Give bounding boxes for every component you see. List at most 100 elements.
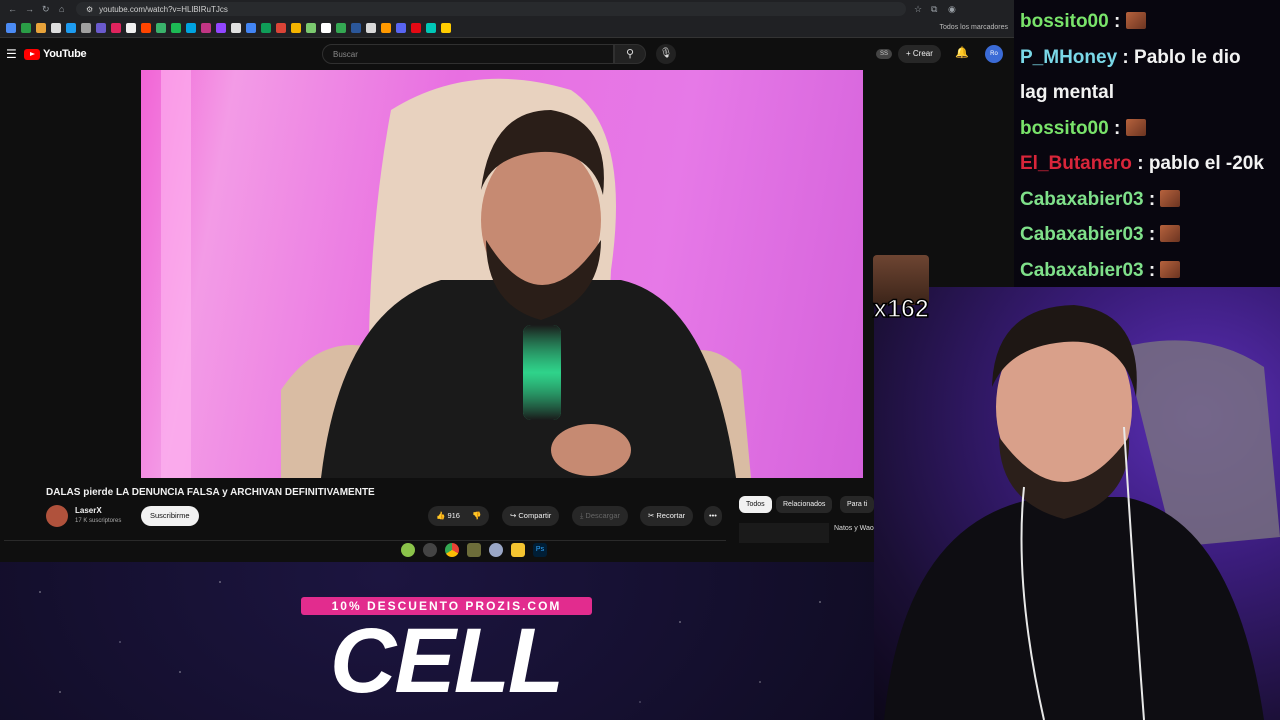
search-input[interactable]: Buscar xyxy=(322,44,614,64)
account-avatar[interactable]: Ro xyxy=(985,45,1003,63)
app-icon[interactable] xyxy=(423,543,437,557)
bookmark-icon[interactable] xyxy=(366,22,376,33)
bookmark-icon[interactable] xyxy=(336,22,346,33)
bookmark-icon[interactable] xyxy=(111,22,121,33)
dislike-icon[interactable]: 👎 xyxy=(472,511,481,520)
bookmark-icon[interactable] xyxy=(276,22,286,33)
chip-for-you[interactable]: Para ti xyxy=(840,496,875,513)
browser-window: ← → ↻ ⌂ ⚙ youtube.com/watch?v=HLlBIRuTJc… xyxy=(0,0,1014,562)
bookmark-icon[interactable] xyxy=(126,22,136,33)
chat-username: bossito00 xyxy=(1020,117,1109,139)
notifications-bell-icon[interactable]: 🔔 xyxy=(955,46,969,59)
search-icon[interactable]: ⚲ xyxy=(614,44,646,64)
chip-related[interactable]: Relacionados xyxy=(776,496,833,513)
emote-icon xyxy=(1160,260,1181,278)
bookmark-icon[interactable] xyxy=(291,22,301,33)
site-info-icon[interactable]: ⚙ xyxy=(86,5,93,14)
microphone-icon[interactable]: 🎙 xyxy=(656,44,676,64)
bookmark-icon[interactable] xyxy=(6,22,16,33)
bookmark-icon[interactable] xyxy=(411,22,421,33)
bookmark-icon[interactable] xyxy=(21,22,31,33)
all-bookmarks-label[interactable]: Todos los marcadores xyxy=(940,24,1008,31)
bookmark-icon[interactable] xyxy=(246,22,256,33)
chrome-icon[interactable] xyxy=(445,543,459,557)
related-video-title[interactable]: Natos y Waor BAJO ZERO xyxy=(834,524,874,533)
extensions-icon[interactable]: ⧉ xyxy=(931,4,940,14)
emote-icon xyxy=(1125,118,1146,136)
chat-username: Cabaxabier03 xyxy=(1020,259,1144,281)
url-field[interactable]: ⚙ youtube.com/watch?v=HLlBIRuTJcs xyxy=(76,2,906,16)
home-icon[interactable]: ⌂ xyxy=(59,4,68,14)
divider xyxy=(4,540,726,541)
related-video-thumbnail[interactable] xyxy=(739,523,829,543)
bookmark-icon[interactable] xyxy=(156,22,166,33)
bookmark-icon[interactable] xyxy=(141,22,151,33)
chat-username: Cabaxabier03 xyxy=(1020,188,1144,210)
back-icon[interactable]: ← xyxy=(8,4,17,14)
chip-all[interactable]: Todos xyxy=(739,496,772,513)
reload-icon[interactable]: ↻ xyxy=(42,4,51,14)
chat-text: lag mental xyxy=(1020,82,1114,103)
chat-message: bossito00 : xyxy=(1020,4,1274,40)
bookmark-icon[interactable] xyxy=(96,22,106,33)
folder-icon[interactable] xyxy=(511,543,525,557)
video-player[interactable] xyxy=(141,70,863,478)
bookmark-icon[interactable] xyxy=(216,22,226,33)
video-title: DALAS pierde LA DENUNCIA FALSA y ARCHIVA… xyxy=(46,487,375,498)
share-label: Compartir xyxy=(518,511,552,520)
chat-message: P_MHoney : Pablo le dio xyxy=(1020,46,1241,68)
clip-button[interactable]: ✂ Recortar xyxy=(640,506,694,526)
clip-label: Recortar xyxy=(656,511,686,520)
emote-icon xyxy=(1160,189,1181,207)
menu-icon[interactable]: ☰ xyxy=(6,47,20,61)
channel-name[interactable]: LaserX xyxy=(75,506,102,515)
bookmark-icon[interactable] xyxy=(186,22,196,33)
chat-text: Pablo le dio xyxy=(1134,46,1241,68)
app-icon[interactable] xyxy=(467,543,481,557)
bookmark-icon[interactable] xyxy=(441,22,451,33)
bookmark-icon[interactable] xyxy=(51,22,61,33)
bookmark-icon[interactable] xyxy=(426,22,436,33)
youtube-header: ☰ YouTube Buscar ⚲ 🎙 SS + Crear 🔔 Ro xyxy=(0,38,1014,70)
bookmark-icon[interactable] xyxy=(231,22,241,33)
bookmark-icon[interactable] xyxy=(201,22,211,33)
bookmark-icon[interactable] xyxy=(261,22,271,33)
bookmark-icon[interactable] xyxy=(66,22,76,33)
bookmark-icon[interactable] xyxy=(81,22,91,33)
video-frame-illustration xyxy=(161,70,751,478)
emote-icon xyxy=(1125,12,1146,29)
more-actions-button[interactable]: ••• xyxy=(704,506,722,526)
chat-username: bossito00 xyxy=(1020,11,1109,32)
download-label: Descargar xyxy=(585,511,621,520)
bookmark-icon[interactable] xyxy=(351,22,361,33)
emote-icon xyxy=(1160,225,1181,242)
subscribe-button[interactable]: Suscribirme xyxy=(141,506,199,526)
chat-username: El_Butanero xyxy=(1020,153,1132,174)
webcam-illustration xyxy=(884,305,1280,720)
bookmark-icon[interactable] xyxy=(171,22,181,33)
bookmark-icon[interactable] xyxy=(321,22,331,33)
ss-badge[interactable]: SS xyxy=(876,49,893,59)
bookmark-star-icon[interactable]: ☆ xyxy=(914,4,923,14)
url-text: youtube.com/watch?v=HLlBIRuTJcs xyxy=(99,4,228,14)
channel-avatar[interactable] xyxy=(46,505,68,527)
youtube-logo[interactable]: YouTube xyxy=(24,48,87,60)
create-button[interactable]: + Crear xyxy=(898,45,941,63)
chat-username: P_MHoney xyxy=(1020,46,1118,68)
bookmark-icon[interactable] xyxy=(36,22,46,33)
chat-overlay: bossito00 : P_MHoney : Pablo le dio lag … xyxy=(1014,0,1280,290)
chat-message: bossito00 : xyxy=(1020,111,1274,147)
download-button[interactable]: ⤓ Descargar xyxy=(572,506,629,526)
profile-icon[interactable]: ◉ xyxy=(948,4,957,14)
chat-message: Cabaxabier03 : xyxy=(1020,253,1274,289)
photoshop-icon[interactable]: Ps xyxy=(533,543,547,557)
app-icon[interactable] xyxy=(401,543,415,557)
bookmark-icon[interactable] xyxy=(381,22,391,33)
bookmark-icon[interactable] xyxy=(306,22,316,33)
app-icon[interactable] xyxy=(489,543,503,557)
forward-icon[interactable]: → xyxy=(25,4,34,14)
promo-brand-text: CELL xyxy=(329,610,564,712)
share-button[interactable]: ↪ Compartir xyxy=(502,506,560,526)
like-button[interactable]: 👍 916 👎 xyxy=(428,506,490,526)
bookmark-icon[interactable] xyxy=(396,22,406,33)
